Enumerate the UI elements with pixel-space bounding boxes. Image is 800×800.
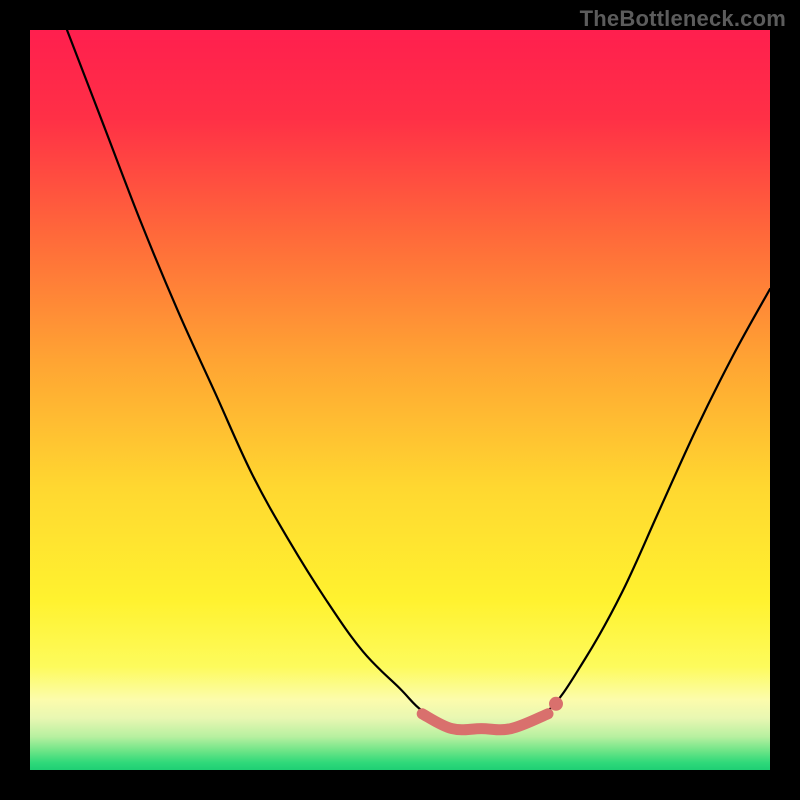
chart-stage: TheBottleneck.com	[0, 0, 800, 800]
trough-end-dot	[549, 697, 563, 711]
plot-area	[30, 30, 770, 770]
trough-highlight	[422, 714, 548, 730]
watermark-text: TheBottleneck.com	[580, 6, 786, 32]
chart-curve-layer	[30, 30, 770, 770]
bottleneck-curve	[67, 30, 770, 727]
